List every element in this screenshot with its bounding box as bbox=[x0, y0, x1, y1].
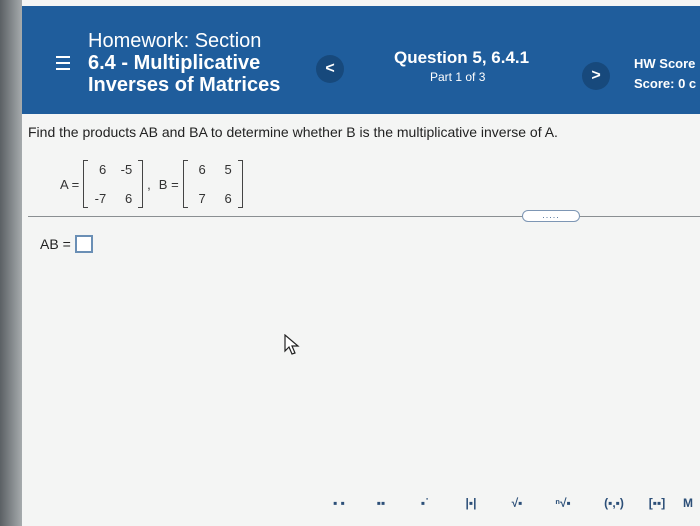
fraction-tool-icon[interactable]: ▪ ▪ bbox=[322, 488, 356, 518]
section-divider bbox=[28, 216, 700, 217]
answer-input[interactable] bbox=[74, 235, 93, 253]
matrix-a-cell: -5 bbox=[120, 162, 133, 177]
matrix-a-cell: 6 bbox=[98, 162, 107, 177]
matrix-b-cell: 6 bbox=[224, 191, 232, 206]
matrix-b-cell: 5 bbox=[224, 162, 232, 177]
menu-icon[interactable] bbox=[56, 56, 70, 70]
next-question-button[interactable]: > bbox=[582, 62, 610, 90]
matrix-a: 6 -5 -7 6 bbox=[83, 160, 144, 208]
matrix-a-cell: 6 bbox=[124, 191, 133, 206]
exponent-tool-icon[interactable]: ▪˙ bbox=[408, 488, 442, 518]
score-label: Score: 0 c bbox=[634, 76, 697, 91]
answer-row: AB = bbox=[40, 235, 93, 253]
previous-question-button[interactable]: < bbox=[316, 55, 344, 83]
matrix-definitions: A = 6 -5 -7 6 , B = 6 5 7 6 bbox=[56, 156, 243, 212]
answer-label: AB = bbox=[40, 236, 71, 252]
ordered-pair-tool-icon[interactable]: (▪,▪) bbox=[594, 488, 634, 518]
matrix-a-label: A = bbox=[60, 176, 80, 192]
absolute-value-tool-icon[interactable]: |▪| bbox=[454, 488, 488, 518]
mouse-cursor-icon bbox=[284, 334, 300, 355]
screen: Homework: Section 6.4 - Multiplicative I… bbox=[22, 0, 700, 526]
title-line-1: Homework: Section bbox=[88, 30, 262, 52]
header-bar: Homework: Section 6.4 - Multiplicative I… bbox=[22, 6, 700, 114]
part-label: Part 1 of 3 bbox=[430, 70, 486, 84]
matrix-tool-icon[interactable]: [▪▪] bbox=[640, 488, 674, 518]
expand-more-button[interactable]: ..... bbox=[522, 210, 580, 222]
matrix-b-cell: 7 bbox=[198, 191, 206, 206]
math-toolbar: ▪ ▪ ▪▪ ▪˙ |▪| √▪ ⁿ√▪ (▪,▪) [▪▪] M bbox=[322, 488, 700, 524]
matrix-a-cell: -7 bbox=[94, 191, 107, 206]
hw-score-label: HW Score bbox=[634, 56, 696, 71]
matrix-b-label: B = bbox=[158, 176, 179, 192]
nth-root-tool-icon[interactable]: ⁿ√▪ bbox=[546, 488, 580, 518]
homework-title: Homework: Section 6.4 - Multiplicative I… bbox=[88, 30, 318, 96]
hw-score-panel: HW Score Score: 0 c bbox=[634, 54, 700, 94]
matrix-b-cell: 6 bbox=[198, 162, 206, 177]
matrix-b: 6 5 7 6 bbox=[182, 160, 243, 208]
more-tool-icon[interactable]: M bbox=[676, 488, 700, 518]
title-line-2: 6.4 - Multiplicative bbox=[88, 52, 261, 74]
sqrt-tool-icon[interactable]: √▪ bbox=[500, 488, 534, 518]
monitor-bezel bbox=[0, 0, 22, 526]
title-line-3: Inverses of Matrices bbox=[88, 74, 281, 96]
question-label: Question 5, 6.4.1 bbox=[394, 48, 530, 67]
matrix-separator: , bbox=[147, 176, 151, 192]
problem-instruction: Find the products AB and BA to determine… bbox=[28, 124, 558, 140]
mixed-number-tool-icon[interactable]: ▪▪ bbox=[364, 488, 398, 518]
